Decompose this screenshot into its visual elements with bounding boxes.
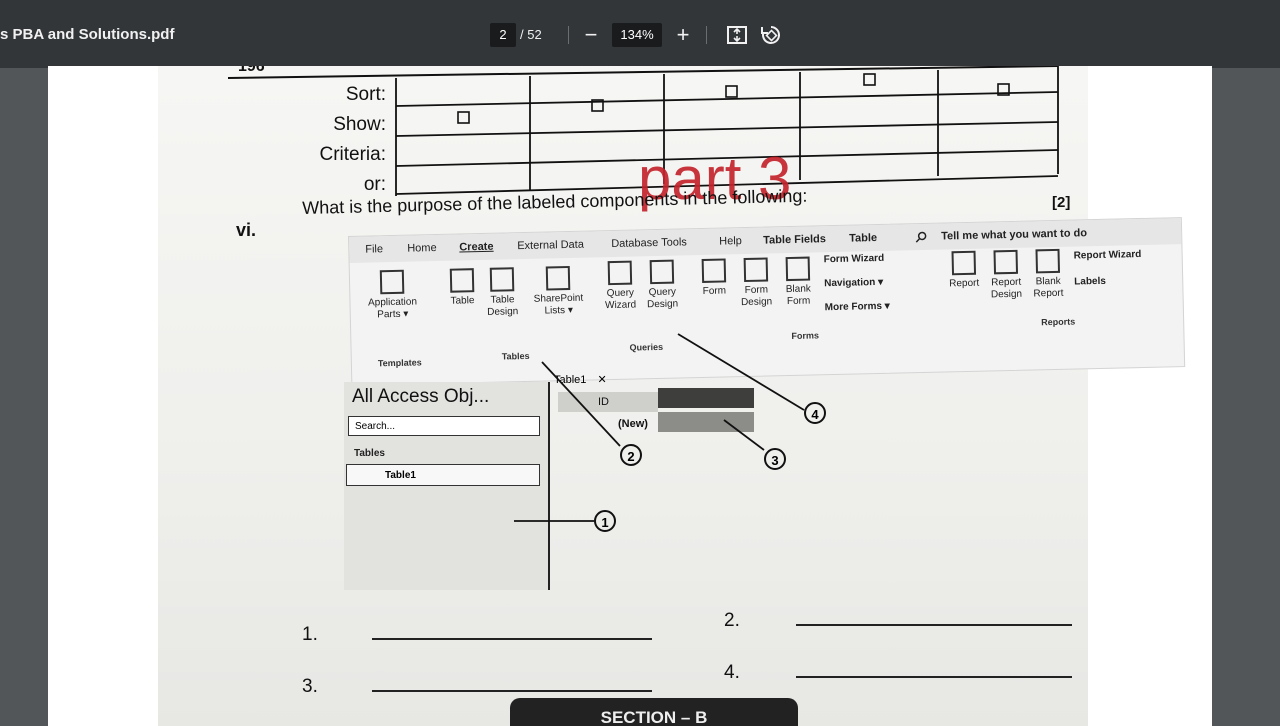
toolbar-divider	[706, 26, 707, 44]
answer-line-1	[372, 638, 652, 640]
pdf-page: 196 Sort: Show: Criteria: or: part 3 vi.…	[48, 66, 1212, 726]
callout-2: 2	[620, 444, 642, 466]
callout-3: 3	[764, 448, 786, 470]
answer-line-4	[796, 676, 1072, 678]
page-number-input[interactable]: 2	[490, 23, 516, 47]
labels-button[interactable]: Labels	[1074, 274, 1170, 288]
scanned-photo: 196 Sort: Show: Criteria: or: part 3 vi.…	[158, 66, 1186, 726]
zoom-in-button[interactable]: +	[670, 22, 696, 48]
answer-number-2: 2.	[724, 610, 740, 631]
callout-1: 1	[594, 510, 616, 532]
page-count: / 52	[520, 27, 542, 42]
answer-number-4: 4.	[724, 662, 740, 683]
document-title: s PBA and Solutions.pdf	[0, 26, 175, 43]
zoom-level-input[interactable]: 134%	[612, 23, 662, 47]
answer-line-3	[372, 690, 652, 692]
callout-4: 4	[804, 402, 826, 424]
section-heading: SECTION – B	[510, 698, 798, 726]
answer-number-3: 3.	[302, 676, 318, 697]
fit-page-icon[interactable]	[724, 22, 750, 48]
rotate-icon[interactable]	[758, 22, 784, 48]
zoom-out-button[interactable]: −	[578, 22, 604, 48]
callout-lines	[514, 333, 805, 522]
answer-number-1: 1.	[302, 624, 318, 645]
answer-line-2	[796, 624, 1072, 626]
toolbar-divider	[568, 26, 569, 44]
pdf-toolbar: s PBA and Solutions.pdf 2 / 52 − 134% +	[0, 0, 1280, 68]
